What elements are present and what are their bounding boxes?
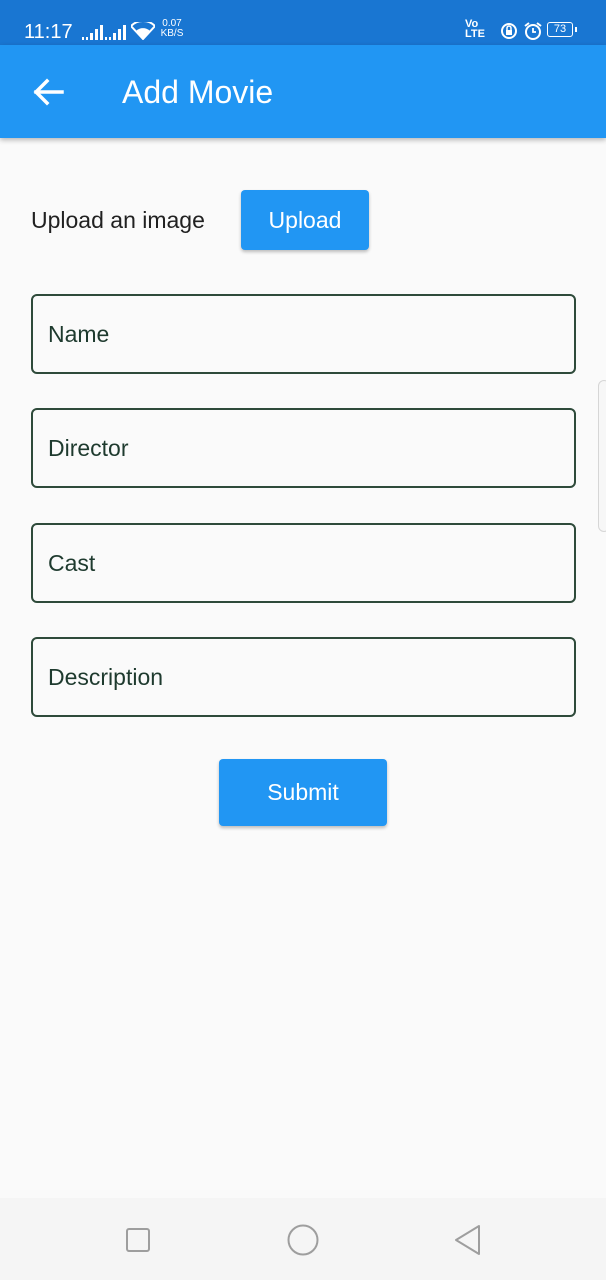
- status-bar: 11:17 0.07 KB/S Vo LTE 73: [0, 0, 606, 45]
- network-speed-unit: KB/S: [160, 28, 184, 39]
- system-nav-bar: [0, 1198, 606, 1280]
- status-time: 11:17: [24, 21, 73, 43]
- add-movie-screen: 11:17 0.07 KB/S Vo LTE 73 Add Movie Uplo…: [0, 0, 606, 1280]
- data-saver-icon: [501, 23, 517, 39]
- submit-button[interactable]: Submit: [219, 759, 387, 826]
- battery-icon: 73: [547, 22, 573, 37]
- director-field: [31, 408, 576, 488]
- recents-square-icon: [126, 1228, 150, 1252]
- back-button[interactable]: [22, 69, 72, 115]
- description-field: [31, 637, 576, 717]
- page-title: Add Movie: [122, 74, 274, 110]
- back-nav-button[interactable]: [447, 1220, 487, 1260]
- description-input[interactable]: [48, 639, 558, 715]
- edge-panel-handle[interactable]: [598, 380, 606, 532]
- home-button[interactable]: [283, 1220, 323, 1260]
- director-input[interactable]: [48, 410, 558, 486]
- alarm-icon: [524, 22, 542, 40]
- cast-input[interactable]: [48, 525, 558, 601]
- volte-icon: Vo LTE: [465, 18, 485, 40]
- wifi-icon: [131, 22, 155, 40]
- signal-icon: [82, 25, 103, 40]
- battery-tip: [575, 27, 577, 32]
- home-circle-icon: [287, 1224, 319, 1256]
- back-triangle-icon: [455, 1225, 480, 1255]
- network-speed: 0.07 KB/S: [158, 19, 186, 39]
- name-field: [31, 294, 576, 374]
- upload-button[interactable]: Upload: [241, 190, 369, 250]
- battery-level: 73: [553, 23, 567, 35]
- cast-field: [31, 523, 576, 603]
- recents-button[interactable]: [118, 1220, 158, 1260]
- upload-label: Upload an image: [31, 207, 205, 233]
- app-bar: Add Movie: [0, 45, 606, 138]
- signal-icon: [105, 25, 126, 40]
- name-input[interactable]: [48, 296, 558, 372]
- arrow-left-icon: [33, 78, 64, 106]
